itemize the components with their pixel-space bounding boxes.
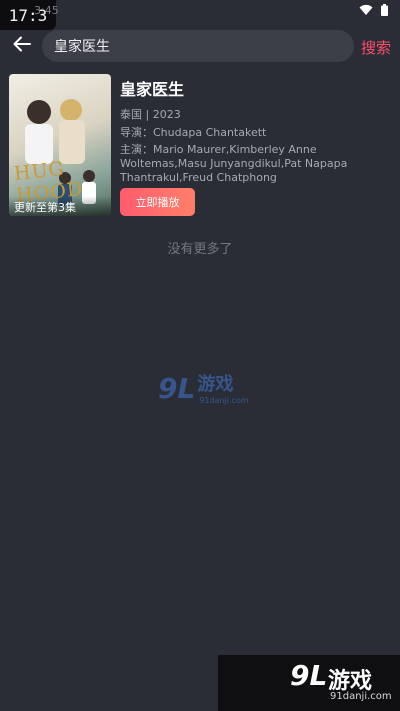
search-input[interactable] xyxy=(54,38,342,54)
corner-watermark: 9L 游戏 91danji.com xyxy=(218,655,400,711)
wifi-icon xyxy=(359,4,373,16)
search-bar: 搜索 xyxy=(0,30,400,64)
corner-url: 91danji.com xyxy=(330,691,392,702)
status-bar: 17:3 3:45 xyxy=(0,0,400,30)
watermark-url: 91danji.com xyxy=(199,396,249,405)
result-cast: 主演：Mario Maurer,Kimberley Anne Woltemas,… xyxy=(120,143,348,184)
episode-badge: 更新至第3集 xyxy=(9,196,111,216)
corner-logo-mark: 9L xyxy=(290,659,328,692)
battery-icon xyxy=(381,4,388,16)
watermark-logo-mark: 9L xyxy=(158,372,196,405)
search-button[interactable]: 搜索 xyxy=(361,37,391,58)
status-icons xyxy=(359,4,388,16)
result-info: 皇家医生 泰国 | 2023 导演：Chudapa Chantakett 主演：… xyxy=(120,74,392,185)
result-title[interactable]: 皇家医生 xyxy=(120,76,392,100)
back-button[interactable] xyxy=(10,34,34,58)
poster-image[interactable]: HUG HOOD 更新至第3集 xyxy=(9,74,111,216)
search-box xyxy=(42,30,354,62)
play-now-button[interactable]: 立即播放 xyxy=(120,188,195,216)
result-meta: 泰国 | 2023 xyxy=(120,108,181,121)
arrow-left-icon xyxy=(13,36,31,56)
search-result-item[interactable]: HUG HOOD 更新至第3集 皇家医生 泰国 | 2023 导演：Chudap… xyxy=(9,74,391,218)
watermark-brand: 游戏 xyxy=(197,374,234,395)
no-more-text: 没有更多了 xyxy=(167,242,233,257)
status-time: 3:45 xyxy=(34,4,59,17)
result-director: 导演：Chudapa Chantakett xyxy=(120,126,267,139)
center-watermark: 9L 游戏 91danji.com xyxy=(158,370,249,405)
